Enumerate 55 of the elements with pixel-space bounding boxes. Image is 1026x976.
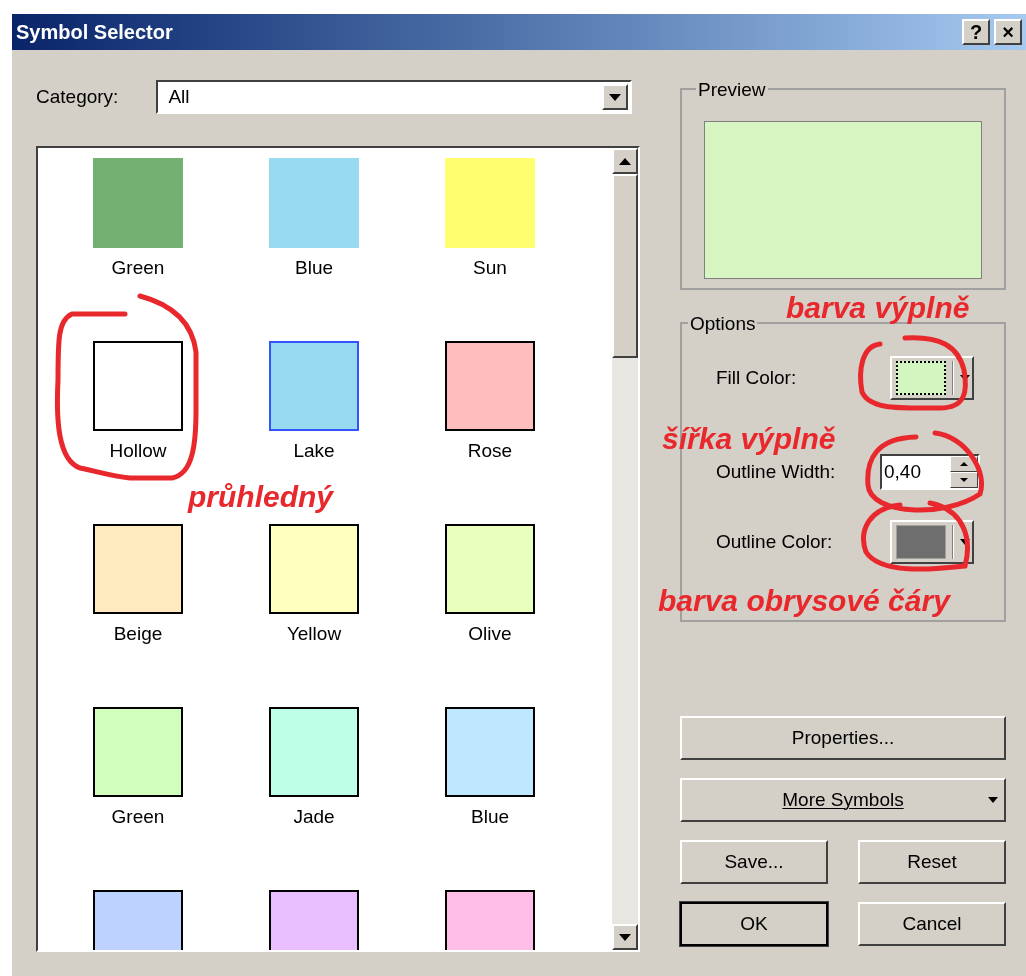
symbol-label[interactable]: Yellow <box>286 620 342 649</box>
symbol-swatch[interactable] <box>269 707 359 797</box>
outline-color-label: Outline Color: <box>716 529 833 554</box>
symbol-swatch[interactable] <box>445 707 535 797</box>
category-dropdown[interactable]: All <box>156 80 633 114</box>
dialog-button[interactable]: Properties... <box>680 716 1006 760</box>
symbol-label[interactable]: Blue <box>295 254 333 283</box>
window-title: Symbol Selector <box>16 20 173 45</box>
up-arrow-icon <box>619 157 631 165</box>
dialog-button[interactable]: Cancel <box>858 902 1006 946</box>
symbol-label[interactable]: Blue <box>471 803 509 832</box>
symbol-label[interactable]: Hollow <box>109 437 167 466</box>
symbol-swatch[interactable] <box>445 341 535 431</box>
symbol-swatch[interactable] <box>93 524 183 614</box>
symbol-label[interactable]: Jade <box>293 803 335 832</box>
down-arrow-icon <box>960 478 968 482</box>
caret-icon <box>960 539 970 545</box>
symbol-swatch[interactable] <box>269 341 359 431</box>
category-label: Category: <box>36 84 119 109</box>
fill-color-button[interactable] <box>890 356 974 400</box>
scroll-up-button[interactable] <box>612 148 638 174</box>
symbol-swatch[interactable] <box>269 524 359 614</box>
up-arrow-icon <box>960 462 968 466</box>
spin-down-button[interactable] <box>950 472 978 488</box>
fill-color-label: Fill Color: <box>716 365 797 390</box>
annotation-text: barva obrysové čáry <box>658 583 950 619</box>
scroll-down-button[interactable] <box>612 924 638 950</box>
outline-width-spinner[interactable]: 0,40 <box>880 454 980 490</box>
down-arrow-icon <box>619 933 631 941</box>
scroll-thumb[interactable] <box>612 174 638 358</box>
symbol-label[interactable]: Sun <box>473 254 507 283</box>
symbol-swatch[interactable] <box>269 158 359 248</box>
annotation-text: barva výplně <box>786 290 970 326</box>
dialog-button[interactable]: OK <box>680 902 828 946</box>
annotation-text: šířka výplně <box>662 421 836 457</box>
caret-icon <box>988 797 998 803</box>
symbol-label[interactable]: Olive <box>468 620 512 649</box>
dialog-button[interactable]: Reset <box>858 840 1006 884</box>
symbol-swatch[interactable] <box>93 341 183 431</box>
outline-color-button[interactable] <box>890 520 974 564</box>
symbol-swatch[interactable] <box>93 707 183 797</box>
annotation-text: průhledný <box>188 479 333 515</box>
symbol-label[interactable]: Green <box>111 803 165 832</box>
symbol-swatch[interactable] <box>445 524 535 614</box>
dialog-button[interactable]: Save... <box>680 840 828 884</box>
symbol-swatch[interactable] <box>445 158 535 248</box>
symbol-label[interactable]: Lake <box>293 437 335 466</box>
help-button[interactable]: ? <box>962 19 990 45</box>
outline-width-label: Outline Width: <box>716 459 836 484</box>
symbol-label[interactable]: Rose <box>467 437 513 466</box>
symbol-label[interactable]: Beige <box>113 620 163 649</box>
close-button[interactable]: × <box>994 19 1022 45</box>
symbol-label[interactable]: Green <box>111 254 165 283</box>
dialog-button[interactable]: More Symbols <box>680 778 1006 822</box>
symbol-swatch[interactable] <box>93 158 183 248</box>
